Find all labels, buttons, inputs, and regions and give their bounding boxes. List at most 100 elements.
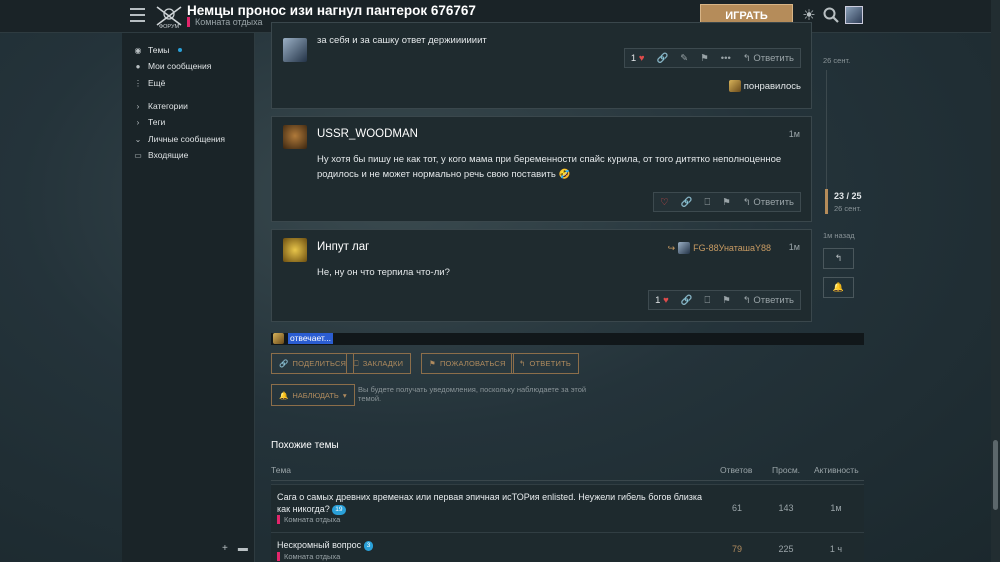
keyboard-icon[interactable]: ▬ — [238, 543, 248, 554]
table-row[interactable]: Сага о самых древних временах или первая… — [271, 484, 864, 532]
topic-category[interactable]: Комната отдыха — [277, 552, 340, 561]
bookmark-icon: ⎕ — [354, 358, 359, 368]
reply-topic-label: ОТВЕТИТЬ — [529, 359, 571, 368]
topic-title[interactable]: Немцы пронос изи нагнул пантерок 676767 — [187, 3, 476, 18]
post-time[interactable]: 1м — [789, 242, 800, 252]
post-text: Ну хотя бы пишу не как тот, у кого мама … — [317, 152, 797, 182]
sidebar-item-label: Мои сообщения — [148, 61, 212, 71]
scrollbar-thumb[interactable] — [993, 440, 998, 510]
topic-category[interactable]: Комната отдыха — [277, 515, 340, 524]
replies-count: 79 — [731, 544, 742, 554]
like-button[interactable]: 1 ♥ — [625, 49, 651, 67]
caret-down-icon: ▾ — [342, 390, 347, 400]
hamburger-menu-icon[interactable] — [130, 8, 145, 22]
layers-icon: ◉ — [134, 45, 142, 55]
flag-icon[interactable]: ⚑ — [716, 193, 737, 211]
reply-to[interactable]: ↪ FG-88УнаташаY88 — [668, 242, 771, 254]
timeline-last[interactable]: 1м назад — [823, 231, 855, 240]
chevron-right-icon: › — [136, 117, 140, 127]
views-count: 225 — [778, 544, 794, 554]
sidebar-item-tags[interactable]: › Теги — [134, 117, 166, 127]
flag-button[interactable]: ⚑ ПОЖАЛОВАТЬСЯ — [421, 353, 514, 374]
post-text-body: Ну хотя бы пишу не как тот, у кого мама … — [317, 154, 782, 180]
edit-icon[interactable]: ✎ — [674, 49, 694, 67]
inbox-icon: ▭ — [134, 150, 142, 160]
reply-topic-button[interactable]: ↰ ОТВЕТИТЬ — [511, 353, 579, 374]
logo-text: ФОРУМ — [159, 24, 180, 30]
user-avatar[interactable] — [845, 6, 863, 24]
sidebar-item-label: Ещё — [148, 78, 166, 88]
timeline-start-date[interactable]: 26 сент. — [823, 56, 850, 65]
bell-icon: 🔔 — [832, 282, 845, 292]
like-count: 1 — [630, 52, 637, 64]
reply-icon: ↰ — [742, 294, 751, 306]
chevron-down-icon: ⌄ — [134, 134, 142, 144]
post-time[interactable]: 1м — [789, 129, 800, 139]
share-button[interactable]: 🔗 ПОДЕЛИТЬСЯ — [271, 353, 355, 374]
sidebar-item-topics[interactable]: ◉ Темы — [134, 45, 183, 55]
link-icon[interactable]: 🔗 — [650, 49, 674, 67]
similar-topics-heading: Похожие темы — [271, 440, 339, 451]
reply-to-avatar — [678, 242, 691, 254]
page-scrollbar[interactable] — [991, 0, 1000, 562]
flag-icon[interactable]: ⚑ — [694, 49, 715, 67]
timeline-handle[interactable] — [825, 189, 828, 214]
bookmark-label: ЗАКЛАДКИ — [362, 359, 404, 368]
search-icon[interactable] — [822, 6, 840, 24]
like-button[interactable]: 1 ♥ — [649, 291, 675, 309]
topic-category[interactable]: Комната отдыха — [187, 17, 263, 27]
reaction[interactable]: понравилось — [728, 80, 801, 92]
timeline-notification-button[interactable]: 🔔 — [823, 277, 854, 298]
post-text: за себя и за сашку ответ держиииииит — [317, 35, 487, 46]
sidebar-item-categories[interactable]: › Категории — [134, 101, 188, 111]
like-button[interactable]: ♡ — [654, 193, 675, 211]
sidebar-item-label: Темы — [148, 45, 170, 55]
post-username[interactable]: Инпут лаг — [317, 241, 369, 253]
chevron-right-icon: › — [136, 101, 140, 111]
post-actions: 1 ♥ 🔗 ✎ ⚑ ••• ↰ Ответить — [623, 48, 801, 68]
reply-button[interactable]: ↰ Ответить — [737, 49, 800, 67]
topic-title[interactable]: Сага о самых древних временах или первая… — [277, 491, 707, 515]
table-row[interactable]: Нескромный вопрос 3 Комната отдыха 79 22… — [271, 532, 864, 562]
activity[interactable]: 1 ч — [816, 544, 856, 554]
sidebar-item-messages[interactable]: ⌄ Личные сообщения — [134, 134, 225, 144]
topic-title[interactable]: Нескромный вопрос 3 — [277, 539, 707, 551]
sidebar-footer: + ▬ — [222, 543, 248, 554]
sidebar-item-more[interactable]: ⋮ Ещё — [134, 78, 165, 88]
topic-title-text: Нескромный вопрос — [277, 540, 362, 550]
activity[interactable]: 1м — [816, 503, 856, 513]
timeline-reply-button[interactable]: ↰ — [823, 248, 854, 269]
flag-icon[interactable]: ⚑ — [716, 291, 737, 309]
post-avatar[interactable] — [283, 125, 307, 149]
typing-avatar — [273, 333, 284, 344]
heart-icon: ♥ — [663, 294, 669, 306]
reply-icon: ↰ — [742, 52, 751, 64]
bell-icon: 🔔 — [279, 390, 289, 400]
more-icon[interactable]: ••• — [715, 49, 737, 67]
share-label: ПОДЕЛИТЬСЯ — [292, 359, 347, 368]
link-icon[interactable]: 🔗 — [675, 291, 699, 309]
post-avatar[interactable] — [283, 238, 307, 262]
bookmark-button[interactable]: ⎕ ЗАКЛАДКИ — [346, 353, 412, 374]
reply-arrow-icon: ↪ — [667, 242, 676, 253]
sidebar-item-my-posts[interactable]: ● Мои сообщения — [134, 61, 212, 71]
replies-count: 61 — [731, 503, 742, 513]
add-icon[interactable]: + — [222, 543, 228, 554]
reaction-text: понравилось — [743, 80, 801, 92]
post: Инпут лаг ↪ FG-88УнаташаY88 1м Не, ну он … — [271, 229, 812, 322]
more-vertical-icon: ⋮ — [134, 78, 142, 88]
bookmark-icon[interactable]: ⎕ — [699, 193, 717, 211]
sidebar-item-label: Личные сообщения — [148, 134, 225, 144]
bookmark-icon[interactable]: ⎕ — [699, 291, 717, 309]
link-icon[interactable]: 🔗 — [675, 193, 699, 211]
sidebar-item-inbox[interactable]: ▭ Входящие — [134, 150, 188, 160]
post-avatar[interactable] — [283, 38, 307, 62]
notification-label: НАБЛЮДАТЬ — [292, 390, 339, 400]
reply-button[interactable]: ↰ Ответить — [737, 291, 800, 309]
reply-button[interactable]: ↰ Ответить — [737, 193, 800, 211]
post-username[interactable]: USSR_WOODMAN — [317, 128, 418, 140]
notification-button[interactable]: 🔔 НАБЛЮДАТЬ ▾ — [271, 384, 355, 406]
forum-logo-icon[interactable]: ФОРУМ — [155, 3, 183, 30]
reply-label: Ответить — [753, 52, 794, 64]
post-actions: ♡ 🔗 ⎕ ⚑ ↰ Ответить — [653, 192, 801, 212]
